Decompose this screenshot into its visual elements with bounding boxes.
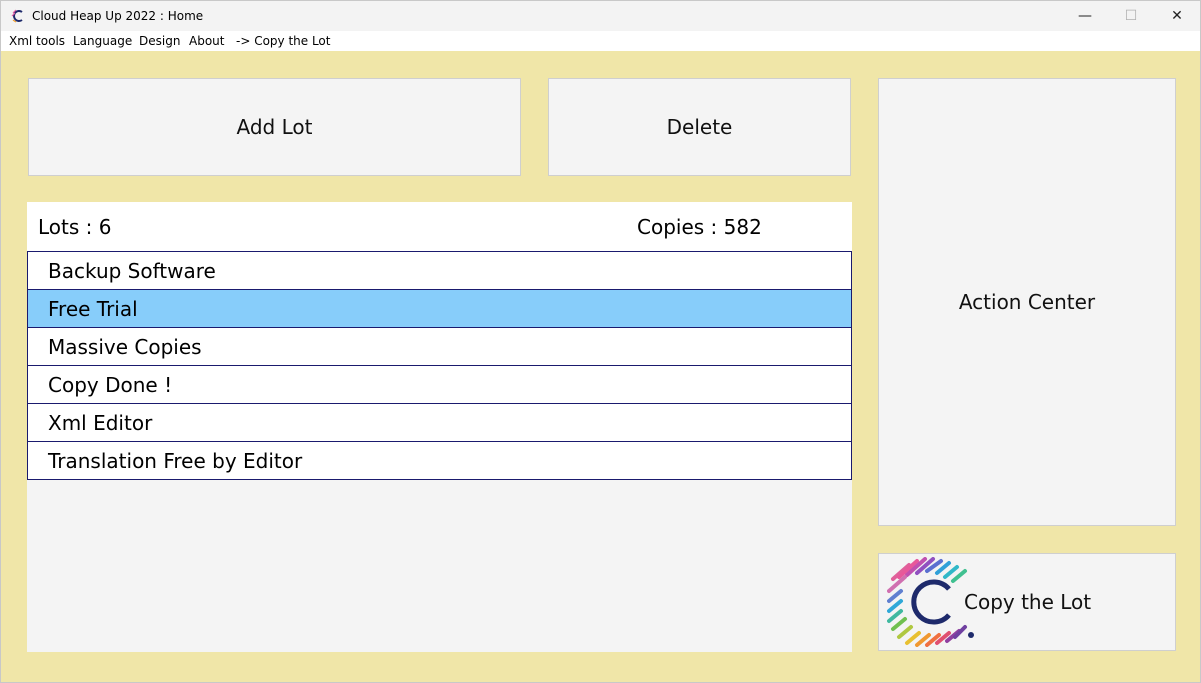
menu-about[interactable]: About	[189, 34, 224, 48]
maximize-button[interactable]: ☐	[1108, 1, 1154, 31]
app-window: Cloud Heap Up 2022 : Home — ☐ ✕ Xml tool…	[0, 0, 1201, 683]
action-center-button[interactable]: Action Center	[878, 78, 1176, 526]
close-button[interactable]: ✕	[1154, 1, 1200, 31]
minimize-button[interactable]: —	[1062, 1, 1108, 31]
lots-count: Lots : 6	[38, 215, 112, 239]
add-lot-button[interactable]: Add Lot	[28, 78, 521, 176]
lots-list-panel: Lots : 6 Copies : 582 Backup Software Fr…	[27, 202, 852, 652]
app-logo-icon	[11, 9, 23, 23]
window-title: Cloud Heap Up 2022 : Home	[32, 9, 204, 23]
lots-list: Backup Software Free Trial Massive Copie…	[27, 251, 852, 480]
title-bar[interactable]: Cloud Heap Up 2022 : Home — ☐ ✕	[1, 1, 1200, 31]
rainbow-c-logo-icon	[887, 557, 974, 647]
menu-xml-tools[interactable]: Xml tools	[9, 34, 65, 48]
list-item[interactable]: Backup Software	[27, 251, 852, 290]
list-item[interactable]: Massive Copies	[27, 328, 852, 366]
menu-copy-the-lot[interactable]: -> Copy the Lot	[236, 34, 330, 48]
menu-design[interactable]: Design	[139, 34, 180, 48]
menu-bar: Xml tools Language Design About -> Copy …	[1, 31, 1200, 51]
list-item[interactable]: Xml Editor	[27, 404, 852, 442]
menu-language[interactable]: Language	[73, 34, 132, 48]
delete-button[interactable]: Delete	[548, 78, 851, 176]
list-item[interactable]: Copy Done !	[27, 366, 852, 404]
list-item[interactable]: Translation Free by Editor	[27, 442, 852, 480]
copies-count: Copies : 582	[637, 215, 762, 239]
list-header: Lots : 6 Copies : 582	[27, 202, 852, 251]
list-item-selected[interactable]: Free Trial	[27, 290, 852, 328]
